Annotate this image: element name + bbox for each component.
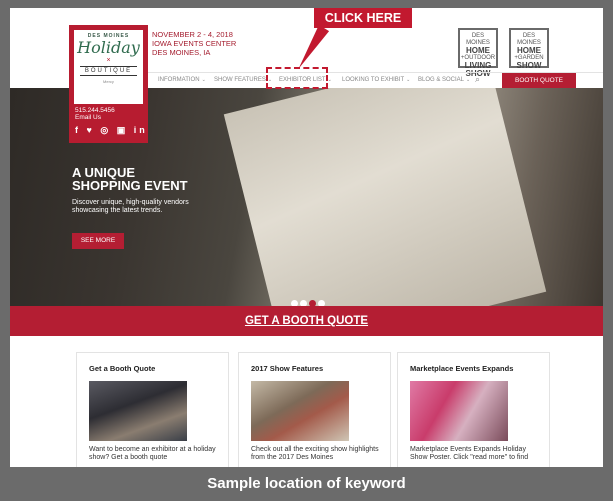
logo-big-text: HOME (466, 46, 490, 55)
card-title: Get a Booth Quote (89, 364, 156, 373)
nav-item-information[interactable]: INFORMATION ⌄ (158, 75, 206, 85)
home-garden-show-logo[interactable]: DES MOINES HOME +GARDEN SHOW (509, 28, 549, 70)
card-text: Want to become an exhibitor at a holiday… (89, 446, 216, 461)
nav-item-looking-to-exhibit[interactable]: LOOKING TO EXHIBIT ⌄ (342, 75, 410, 85)
event-venue: IOWA EVENTS CENTER (152, 39, 237, 48)
card-show-features[interactable]: 2017 Show Features Check out all the exc… (238, 352, 391, 482)
phone-number[interactable]: 515.244.5456 (75, 107, 115, 114)
see-more-button[interactable]: SEE MORE (72, 233, 124, 249)
home-outdoor-living-show-logo[interactable]: DES MOINES HOME +OUTDOOR LIVING SHOW (458, 28, 498, 78)
logo-small-text: DES MOINES (466, 33, 490, 46)
slider-dots (291, 294, 327, 306)
hero-subtitle-line2: showcasing the latest trends. (72, 207, 163, 214)
caption-banner: Sample location of keyword (0, 467, 613, 501)
event-dates: NOVEMBER 2 - 4, 2018 (152, 30, 233, 39)
card-booth-quote[interactable]: Get a Booth Quote Want to become an exhi… (76, 352, 229, 482)
contact-info: 515.244.5456 Email Us (75, 107, 115, 121)
card-text: Check out all the exciting show highligh… (251, 446, 379, 461)
logo-panel: DES MOINES Holiday × BOUTIQUE Mercy 515.… (69, 25, 148, 143)
chevron-down-icon: ⌄ (201, 77, 206, 83)
event-city: DES MOINES, IA (152, 48, 211, 57)
nav-item-show-features[interactable]: SHOW FEATURES ⌄ (214, 75, 272, 85)
card-image (89, 381, 187, 441)
email-link[interactable]: Email Us (75, 114, 115, 121)
social-icons[interactable]: f ♥ ◎ ▣ in (75, 125, 148, 136)
logo-big-text: SHOW (516, 61, 542, 70)
hero-title-line2: SHOPPING EVENT (72, 178, 188, 193)
card-title: 2017 Show Features (251, 364, 324, 373)
chevron-down-icon: ⌄ (406, 77, 411, 83)
website-screenshot: NOVEMBER 2 - 4, 2018 IOWA EVENTS CENTER … (10, 8, 603, 496)
card-title: Marketplace Events Expands (410, 364, 514, 373)
search-icon[interactable]: ⌕ (475, 74, 480, 85)
nav-label: INFORMATION (158, 77, 200, 83)
click-here-callout: CLICK HERE (314, 8, 412, 28)
hero-image-deer-sign (223, 88, 547, 306)
holiday-boutique-logo[interactable]: DES MOINES Holiday × BOUTIQUE Mercy (74, 30, 143, 104)
logo-mark: × (106, 57, 111, 64)
logo-small-text: DES MOINES (517, 33, 541, 46)
chevron-down-icon: ⌄ (466, 77, 471, 83)
card-image (410, 381, 508, 441)
hero-text: A UNIQUE SHOPPING EVENT Discover unique,… (72, 166, 189, 215)
nav-label: BLOG & SOCIAL (418, 77, 465, 83)
logo-script-text: Holiday (77, 38, 140, 57)
logo-boutique-text: BOUTIQUE (80, 66, 137, 76)
sponsor-logo: Mercy (103, 79, 114, 84)
card-image (251, 381, 349, 441)
highlight-box (266, 67, 328, 89)
card-text: Marketplace Events Expands Holiday Show … (410, 446, 529, 461)
logo-big-text: HOME (517, 46, 541, 55)
booth-quote-button[interactable]: BOOTH QUOTE (502, 73, 576, 88)
event-info: NOVEMBER 2 - 4, 2018 IOWA EVENTS CENTER … (152, 30, 236, 57)
nav-label: LOOKING TO EXHIBIT (342, 77, 405, 83)
nav-item-blog-social[interactable]: BLOG & SOCIAL ⌄ (418, 75, 470, 85)
card-marketplace-events[interactable]: Marketplace Events Expands Marketplace E… (397, 352, 550, 482)
get-booth-quote-link[interactable]: GET A BOOTH QUOTE (10, 306, 603, 336)
nav-label: SHOW FEATURES (214, 77, 266, 83)
chevron-down-icon: ⌄ (327, 77, 332, 83)
hero-subtitle-line1: Discover unique, high-quality vendors (72, 199, 189, 206)
main-nav: INFORMATION ⌄ SHOW FEATURES ⌄ EXHIBITOR LI… (144, 72, 603, 88)
